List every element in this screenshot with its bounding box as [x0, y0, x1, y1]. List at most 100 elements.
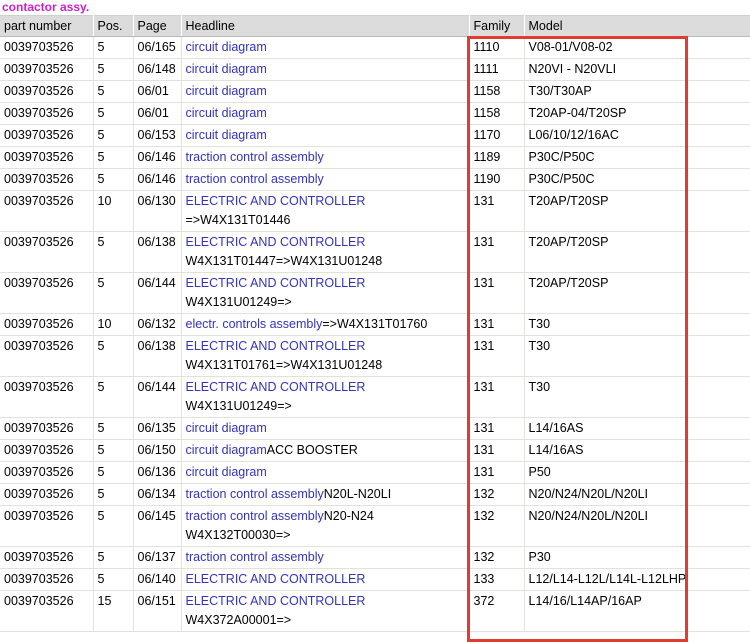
cell-part-number: 0039703526 [0, 231, 94, 273]
headline-suffix: ACC BOOSTER [266, 443, 358, 457]
cell-headline: circuit diagram [181, 80, 470, 103]
cell-headline: circuit diagram [181, 461, 470, 484]
table-row: 0039703526 5 06/134 traction control assemb… [0, 483, 750, 506]
table-row: 0039703526 5 06/138 ELECTRIC AND CONTROLLER… [0, 335, 750, 377]
cell-pos: 5 [93, 124, 134, 147]
cell-model: T20AP/T20SP [524, 272, 750, 314]
headline-second-line: W4X131T01761=>W4X131U01248 [185, 358, 383, 372]
column-header-family[interactable]: Family [469, 15, 525, 37]
headline-link[interactable]: traction control assembly [186, 150, 324, 164]
column-header-model[interactable]: Model [524, 15, 750, 37]
headline-second-line: W4X372A00001=> [185, 613, 292, 627]
cell-model: N20/N24/N20L/N20LI [524, 505, 750, 547]
cell-family: 132 [469, 505, 525, 547]
cell-pos: 5 [93, 376, 134, 418]
cell-headline: ELECTRIC AND CONTROLLER W4X131U01249=> [181, 272, 470, 314]
cell-pos: 5 [93, 80, 134, 103]
cell-headline: circuit diagram [181, 36, 470, 59]
cell-family: 131 [469, 272, 525, 314]
cell-pos: 5 [93, 146, 134, 169]
headline-suffix: N20L-N20LI [323, 487, 392, 501]
cell-page: 06/144 [133, 376, 182, 418]
column-header-part-number[interactable]: part number [0, 15, 94, 37]
cell-pos: 15 [93, 590, 134, 632]
headline-suffix: N20-N24 [323, 509, 374, 523]
table-row: 0039703526 5 06/165 circuit diagram 1110 V08-… [0, 36, 750, 59]
parts-results-table: part number Pos. Page Headline Family Mo… [0, 15, 750, 632]
headline-link[interactable]: circuit diagram [186, 443, 267, 457]
cell-part-number: 0039703526 [0, 80, 94, 103]
cell-part-number: 0039703526 [0, 461, 94, 484]
cell-page: 06/140 [133, 568, 182, 591]
cell-pos: 5 [93, 461, 134, 484]
cell-page: 06/165 [133, 36, 182, 59]
cell-family: 131 [469, 313, 525, 336]
headline-link[interactable]: circuit diagram [186, 84, 267, 98]
cell-model: T30 [524, 313, 750, 336]
headline-link[interactable]: ELECTRIC AND CONTROLLER [186, 594, 366, 608]
headline-link[interactable]: ELECTRIC AND CONTROLLER [186, 339, 366, 353]
cell-page: 06/138 [133, 335, 182, 377]
cell-headline: circuit diagram [181, 124, 470, 147]
headline-link[interactable]: traction control assembly [186, 550, 324, 564]
column-header-headline[interactable]: Headline [181, 15, 470, 37]
cell-page: 06/132 [133, 313, 182, 336]
cell-family: 372 [469, 590, 525, 632]
cell-page: 06/146 [133, 146, 182, 169]
cell-pos: 5 [93, 58, 134, 81]
table-row: 0039703526 10 06/132 electr. controls assem… [0, 313, 750, 336]
headline-link[interactable]: traction control assembly [186, 509, 324, 523]
cell-pos: 5 [93, 272, 134, 314]
cell-page: 06/130 [133, 190, 182, 232]
column-header-page[interactable]: Page [133, 15, 182, 37]
cell-page: 06/144 [133, 272, 182, 314]
cell-pos: 10 [93, 190, 134, 232]
headline-link[interactable]: circuit diagram [186, 40, 267, 54]
cell-headline: ELECTRIC AND CONTROLLER W4X372A00001=> [181, 590, 470, 632]
cell-part-number: 0039703526 [0, 505, 94, 547]
cell-family: 131 [469, 190, 525, 232]
headline-link[interactable]: circuit diagram [186, 465, 267, 479]
column-header-pos[interactable]: Pos. [93, 15, 134, 37]
cell-headline: circuit diagramACC BOOSTER [181, 439, 470, 462]
table-row: 0039703526 5 06/153 circuit diagram 1170 L06/… [0, 124, 750, 147]
cell-family: 1158 [469, 80, 525, 103]
table-row: 0039703526 5 06/138 ELECTRIC AND CONTROLLER… [0, 231, 750, 273]
cell-part-number: 0039703526 [0, 417, 94, 440]
cell-family: 1190 [469, 168, 525, 191]
headline-link[interactable]: ELECTRIC AND CONTROLLER [186, 276, 366, 290]
table-row: 0039703526 5 06/135 circuit diagram 131 L14/1… [0, 417, 750, 440]
cell-headline: traction control assembly [181, 546, 470, 569]
headline-link[interactable]: circuit diagram [186, 106, 267, 120]
cell-part-number: 0039703526 [0, 272, 94, 314]
table-row: 0039703526 5 06/148 circuit diagram 1111 N20V… [0, 58, 750, 81]
cell-family: 132 [469, 546, 525, 569]
cell-model: L06/10/12/16AC [524, 124, 750, 147]
table-row: 0039703526 15 06/151 ELECTRIC AND CONTROLLE… [0, 590, 750, 632]
headline-link[interactable]: circuit diagram [186, 421, 267, 435]
cell-family: 1189 [469, 146, 525, 169]
headline-link[interactable]: ELECTRIC AND CONTROLLER [186, 194, 366, 208]
headline-link[interactable]: circuit diagram [186, 62, 267, 76]
cell-part-number: 0039703526 [0, 168, 94, 191]
cell-pos: 5 [93, 439, 134, 462]
headline-link[interactable]: circuit diagram [186, 128, 267, 142]
headline-link[interactable]: ELECTRIC AND CONTROLLER [186, 235, 366, 249]
headline-link[interactable]: ELECTRIC AND CONTROLLER [186, 572, 366, 586]
cell-page: 06/01 [133, 80, 182, 103]
cell-headline: traction control assembly [181, 168, 470, 191]
headline-link[interactable]: electr. controls assembly [186, 317, 323, 331]
headline-link[interactable]: traction control assembly [186, 172, 324, 186]
table-row: 0039703526 5 06/144 ELECTRIC AND CONTROLLER… [0, 376, 750, 418]
cell-model: L12/L14-L12L/L14L-L12LHP [524, 568, 750, 591]
cell-family: 131 [469, 417, 525, 440]
headline-link[interactable]: traction control assembly [186, 487, 324, 501]
table-row: 0039703526 5 06/146 traction control assemb… [0, 168, 750, 191]
cell-page: 06/134 [133, 483, 182, 506]
cell-part-number: 0039703526 [0, 124, 94, 147]
cell-model: L14/16AS [524, 417, 750, 440]
cell-headline: ELECTRIC AND CONTROLLER W4X131T01761=>W4X… [181, 335, 470, 377]
cell-headline: electr. controls assembly=>W4X131T01760 [181, 313, 470, 336]
headline-link[interactable]: ELECTRIC AND CONTROLLER [186, 380, 366, 394]
cell-model: T30/T30AP [524, 80, 750, 103]
